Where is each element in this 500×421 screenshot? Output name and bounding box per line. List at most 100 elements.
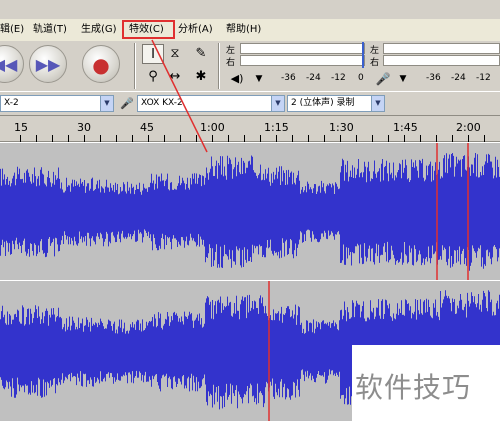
playback-device-value: X-2: [4, 98, 19, 108]
triangle-down-icon: ▼: [255, 74, 263, 84]
timeline-tick: [260, 135, 261, 142]
double-arrow-icon: ↔: [169, 69, 181, 84]
chevron-down-icon[interactable]: ▼: [271, 96, 284, 111]
output-meter-peak: [362, 42, 364, 68]
timeline-label: 15: [14, 121, 28, 134]
timeline-tick: [308, 135, 309, 142]
menu-help[interactable]: 帮助(H): [226, 23, 261, 37]
selection-tool[interactable]: I: [142, 44, 164, 64]
chevron-down-icon[interactable]: ▼: [371, 96, 384, 111]
timeline-tick: [100, 135, 101, 142]
input-meter-dropdown[interactable]: ▼: [392, 69, 414, 89]
skip-end-button[interactable]: ▶▶: [29, 45, 67, 83]
microphone-icon: 🎤: [120, 97, 134, 110]
toolbar-separator: [218, 43, 220, 89]
timeline-label: 30: [77, 121, 91, 134]
effects-menu-highlight: [122, 20, 175, 39]
timeline-tick: [404, 135, 405, 142]
timeline-tick: [420, 135, 421, 142]
toolbar: ◀◀ ▶▶ ● I ⧖ ✎ ⚲ ↔ ✱ 左 右 ◀) ▼ -36 -24 -12…: [0, 41, 500, 91]
record-button[interactable]: ●: [82, 45, 120, 83]
timeline-tick: [372, 135, 373, 142]
timeline-tick: [324, 135, 325, 142]
timeline-tick: [84, 135, 85, 142]
waveform-left: [0, 143, 500, 281]
microphone-icon[interactable]: 🎤: [372, 69, 394, 89]
magnifier-icon: ⚲: [148, 69, 158, 84]
timeline-label: 1:15: [264, 121, 289, 134]
timeline-tick: [452, 135, 453, 142]
triangle-down-icon: ▼: [399, 74, 407, 84]
time-shift-tool[interactable]: ↔: [164, 67, 186, 87]
output-tick: -24: [306, 73, 321, 83]
menu-bar: 辑(E) 轨道(T) 生成(G) 特效(C) 分析(A) 帮助(H): [0, 19, 500, 41]
output-tick: -36: [281, 73, 296, 83]
device-toolbar: X-2 ▼ 🎤 XOX KX-2 ▼ 2 (立体声) 录制 ▼: [0, 91, 500, 115]
timeline-tick: [436, 135, 437, 142]
timeline-label: 1:00: [200, 121, 225, 134]
output-meter-left: [240, 43, 365, 54]
timeline-tick: [20, 135, 21, 142]
recording-channels-value: 2 (立体声) 录制: [291, 98, 355, 108]
timeline-tick: [468, 135, 469, 142]
timeline-tick: [180, 135, 181, 142]
timeline-tick: [340, 135, 341, 142]
multi-tool[interactable]: ✱: [190, 67, 212, 87]
envelope-icon: ⧖: [170, 46, 180, 61]
output-right-label: 右: [226, 58, 236, 68]
timeline-tick: [52, 135, 53, 142]
skip-start-button[interactable]: ◀◀: [0, 45, 24, 83]
skip-start-icon: ◀◀: [0, 55, 18, 74]
output-meter-dropdown[interactable]: ▼: [248, 69, 270, 89]
timeline-tick: [388, 135, 389, 142]
pencil-icon: ✎: [195, 46, 207, 61]
recording-device-select[interactable]: XOX KX-2 ▼: [137, 95, 285, 112]
asterisk-icon: ✱: [195, 69, 207, 84]
timeline-tick: [132, 135, 133, 142]
recording-device-value: XOX KX-2: [141, 98, 183, 108]
skip-end-icon: ▶▶: [35, 55, 61, 74]
timeline-tick: [276, 135, 277, 142]
timeline-tick: [244, 135, 245, 142]
menu-tracks[interactable]: 轨道(T): [33, 23, 67, 37]
timeline-label: 2:00: [456, 121, 481, 134]
timeline-tick: [164, 135, 165, 142]
timeline-tick: [196, 135, 197, 142]
i-beam-icon: I: [151, 47, 155, 62]
speaker-icon[interactable]: ◀): [226, 69, 248, 89]
timeline-label: 1:30: [329, 121, 354, 134]
input-meter-left: [383, 43, 500, 54]
input-tick: -36: [426, 73, 441, 83]
envelope-tool[interactable]: ⧖: [164, 44, 186, 64]
audacity-window: { "menubar": { "items": [ {"label": "辑(E…: [0, 0, 500, 421]
timeline-tick: [484, 135, 485, 142]
menu-analyze[interactable]: 分析(A): [178, 23, 213, 37]
toolbar-separator: [134, 43, 136, 89]
draw-tool[interactable]: ✎: [190, 44, 212, 64]
input-tick: -12: [476, 73, 491, 83]
timeline-ruler[interactable]: 15 30 45 1:00 1:15 1:30 1:45 2:00: [0, 115, 500, 142]
timeline-tick: [116, 135, 117, 142]
timeline-tick: [36, 135, 37, 142]
chevron-down-icon[interactable]: ▼: [100, 96, 113, 111]
timeline-tick: [292, 135, 293, 142]
input-right-label: 右: [370, 58, 380, 68]
audio-track-channel-left[interactable]: [0, 142, 500, 281]
output-tick: -12: [331, 73, 346, 83]
timeline-tick: [68, 135, 69, 142]
watermark-text: 软件技巧: [355, 371, 472, 404]
timeline-label: 1:45: [393, 121, 418, 134]
input-meter-right: [383, 55, 500, 66]
timeline-tick: [228, 135, 229, 142]
timeline-tick: [212, 135, 213, 142]
menu-edit[interactable]: 辑(E): [0, 23, 24, 37]
timeline-tick: [148, 135, 149, 142]
menu-generate[interactable]: 生成(G): [81, 23, 117, 37]
input-tick: -24: [451, 73, 466, 83]
timeline-tick: [356, 135, 357, 142]
zoom-tool[interactable]: ⚲: [142, 67, 164, 87]
recording-channels-select[interactable]: 2 (立体声) 录制 ▼: [287, 95, 385, 112]
timeline-label: 45: [140, 121, 154, 134]
record-icon: ●: [92, 53, 110, 77]
playback-device-select[interactable]: X-2 ▼: [0, 95, 114, 112]
